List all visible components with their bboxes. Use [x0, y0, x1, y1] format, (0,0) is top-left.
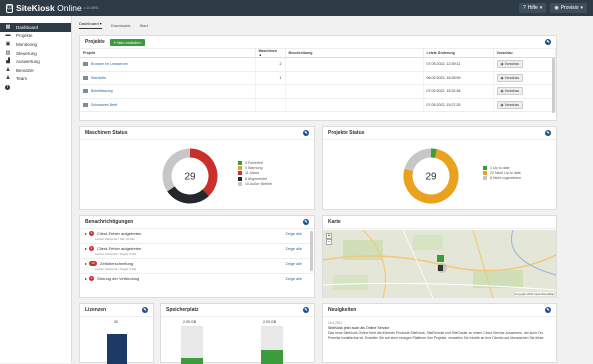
- settings-icon[interactable]: ✎: [545, 307, 551, 313]
- storage-bar: [181, 326, 203, 364]
- folder-icon: [83, 75, 88, 80]
- storage-bar: [261, 326, 283, 364]
- settings-icon[interactable]: ✎: [303, 307, 309, 313]
- notification-item[interactable]: ▸ 2 Client-Fehler aufgetreten Letzter Zeitp…: [80, 244, 314, 259]
- sidebar-item-projekte[interactable]: ▬ Projekte: [0, 32, 71, 41]
- folder-icon: [83, 62, 88, 67]
- project-status-donut: 29: [403, 148, 459, 204]
- sidebar-item-monitoring[interactable]: ▣ Monitoring: [0, 40, 71, 49]
- tab-dashboard[interactable]: Dashboard ▾: [79, 21, 102, 29]
- col-letzte-aenderung[interactable]: Letzte Änderung: [423, 49, 494, 58]
- notification-item[interactable]: ▸ 3 Störung der Verbindung Zeige alle: [80, 274, 314, 289]
- top-bar: ⊡ SiteKiosk Online v.14.8891 ? Hilfe ▾ ◉ Pr…: [0, 0, 593, 16]
- chevron-down-icon: ▾: [580, 5, 583, 11]
- show-all-link[interactable]: Zeige alle: [286, 247, 302, 251]
- zoom-out-button[interactable]: −: [326, 239, 332, 245]
- help-icon: ?: [523, 5, 526, 11]
- projects-title: Projekte: [85, 39, 105, 45]
- dashboard-icon: ▦: [5, 23, 11, 30]
- col-vorschau: Vorschau: [493, 49, 556, 58]
- folder-icon: [83, 102, 88, 107]
- show-all-link[interactable]: Zeige alle: [286, 262, 302, 266]
- sidebar-item-benutzer[interactable]: ♟ Benutzer: [0, 66, 71, 75]
- folder-icon: ▬: [5, 32, 11, 39]
- control-icon: ▥: [5, 49, 11, 56]
- donut-center-label: 29: [184, 172, 196, 183]
- notification-item[interactable]: ▸ 10 Zeitüberschreitung Letzter Zeitpunkt /…: [80, 259, 314, 274]
- map-marker-icon: [437, 255, 444, 262]
- map-attribution: Copyright 2021 OpenStreetMap: [514, 292, 554, 296]
- logo[interactable]: ⊡ SiteKiosk Online v.14.8891: [0, 3, 99, 13]
- notifications-panel: Benachrichtigungen ✎ ▸ 3 Client-Fehler aufg…: [79, 215, 315, 298]
- donut-segment[interactable]: [430, 148, 437, 158]
- settings-icon[interactable]: ✎: [545, 39, 551, 45]
- licenses-value: 30: [114, 320, 118, 324]
- col-projekt[interactable]: Projekt: [80, 49, 256, 58]
- settings-icon[interactable]: ✎: [142, 307, 148, 313]
- table-row[interactable]: Beleitfassung 07.09.2022, 15:32:46 ◉ Vorsc…: [80, 84, 556, 99]
- sidebar-item-steuerung[interactable]: ▥ Steuerung: [0, 49, 71, 58]
- sidebar-item-auswertung[interactable]: ▟ Auswertung: [0, 57, 71, 66]
- machine-status-panel: Maschinen Status ✎ 29 0 Fehlerfrei 0 Warn…: [79, 126, 315, 210]
- sidebar: ▦ Dashboard ▬ Projekte ▣ Monitoring ▥ Steuer…: [0, 16, 72, 363]
- show-all-link[interactable]: Zeige alle: [286, 277, 302, 281]
- storage-value: 2.05 GB: [183, 320, 197, 324]
- chevron-down-icon: ▾: [539, 5, 543, 11]
- sidebar-item-dashboard[interactable]: ▦ Dashboard: [0, 23, 71, 32]
- preview-button[interactable]: ◉ Vorschau: [496, 87, 524, 96]
- scrollbar[interactable]: [310, 231, 313, 271]
- map-panel: Karte + − Copyright 2021 OpenStreetMap: [322, 215, 557, 298]
- monitor-icon: ▣: [5, 40, 11, 47]
- settings-icon[interactable]: ✎: [303, 130, 309, 136]
- licenses-bar: [107, 334, 127, 364]
- preview-button[interactable]: ◉ Vorschau: [496, 100, 524, 109]
- donut-center-label: 29: [425, 172, 437, 183]
- chart-icon: ▟: [6, 58, 10, 65]
- brand-name: SiteKiosk Online: [16, 3, 82, 13]
- donut-segment[interactable]: [167, 186, 209, 204]
- tab-start[interactable]: Start: [139, 23, 147, 28]
- project-status-panel: Projekte Status ✎ 29 1 Up to date 22 Nich…: [322, 126, 557, 210]
- help-button[interactable]: ? Hilfe ▾: [519, 3, 547, 13]
- map-canvas[interactable]: [323, 230, 556, 298]
- user-icon: ◉: [554, 5, 559, 11]
- folder-icon: [83, 89, 88, 94]
- map-marker-icon: [438, 265, 443, 271]
- show-all-link[interactable]: Zeige alle: [286, 232, 302, 236]
- news-text: Das neue SiteKiosk Online führt die früh…: [328, 331, 545, 340]
- col-beschreibung[interactable]: Beschreibung: [285, 49, 424, 58]
- projects-panel: Projekte + Neu erstellen ✎ Projekt Masch…: [79, 35, 557, 121]
- settings-icon[interactable]: ✎: [303, 219, 309, 225]
- table-row[interactable]: Startseite 1 06.09.2022, 16:28:59 ◉ Vorscha…: [80, 71, 556, 85]
- info-icon: i: [5, 83, 10, 90]
- user-icon: ♟: [5, 66, 11, 73]
- project-status-legend: 1 Up to date 22 Nicht Up to date 6 Nicht…: [483, 165, 521, 181]
- preview-button[interactable]: ◉ Vorschau: [496, 73, 524, 82]
- licenses-panel: Lizenzen ✎ 30: [79, 303, 154, 364]
- tab-bar: Dashboard ▾ Downloads Start: [79, 19, 148, 31]
- team-icon: ♟: [5, 75, 11, 82]
- table-row[interactable]: Schwarzes Brett 07.09.2022, 15:27:25 ◉ Vor…: [80, 98, 556, 112]
- user-menu-button[interactable]: ◉ Provisio ▾: [550, 3, 587, 13]
- scrollbar[interactable]: [552, 58, 555, 113]
- news-panel: Neuigkeiten ✎ 16.4.2021 SiteKiosk jetzt a…: [322, 303, 557, 363]
- machine-status-donut: 29: [162, 148, 218, 204]
- new-project-button[interactable]: + Neu erstellen: [109, 38, 145, 46]
- logo-icon: ⊡: [6, 3, 14, 13]
- col-maschinen[interactable]: Maschinen ▲: [255, 49, 286, 58]
- projects-table: Projekt Maschinen ▲ Beschreibung Letzte …: [80, 49, 556, 112]
- donut-segment[interactable]: [404, 148, 432, 172]
- sidebar-item-team[interactable]: ♟ Team: [0, 75, 71, 84]
- version: v.14.8891: [83, 6, 99, 10]
- sidebar-item-info[interactable]: i: [0, 83, 71, 92]
- settings-icon[interactable]: ✎: [545, 130, 551, 136]
- table-row[interactable]: Browser im Leasserom 2 07.09.2022, 12:39:1…: [80, 57, 556, 72]
- storage-value: 2.93 GB: [263, 320, 277, 324]
- tab-downloads[interactable]: Downloads: [111, 23, 131, 28]
- preview-button[interactable]: ◉ Vorschau: [496, 60, 524, 69]
- storage-panel: Speicherplatz ✎ 2.05 GB 2.93 GB: [160, 303, 315, 364]
- machine-status-legend: 0 Fehlerfrei 0 Warnung 11 Alarm 8 Abgeme…: [238, 160, 272, 187]
- notification-item[interactable]: ▸ 3 Client-Fehler aufgetreten Letzter Zeitp…: [80, 229, 314, 244]
